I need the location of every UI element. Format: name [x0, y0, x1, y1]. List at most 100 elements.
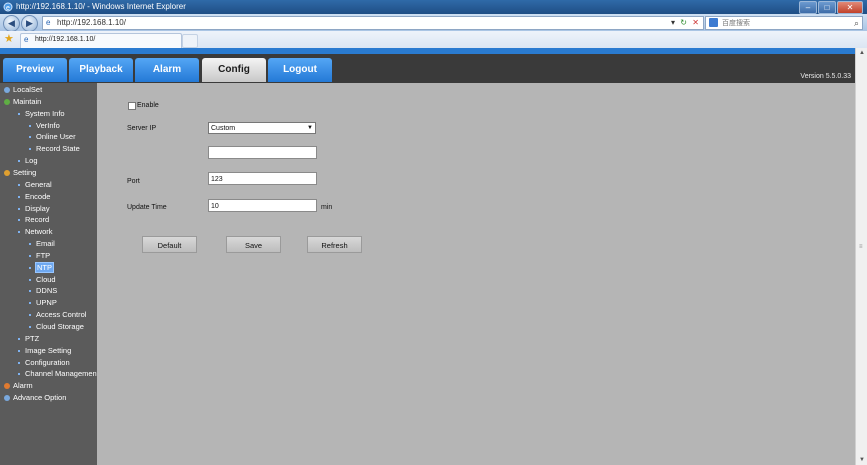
- sidebar-item-advance-option[interactable]: Advance Option: [4, 392, 66, 403]
- sidebar-item-label: Record: [25, 215, 50, 225]
- server-ip-selected: Custom: [211, 125, 236, 132]
- page-icon: e: [46, 18, 51, 27]
- sidebar-item-label: Online User: [36, 132, 76, 142]
- sidebar-item-cloud[interactable]: Cloud: [29, 274, 56, 285]
- tab-url: http://192.168.1.10/: [35, 36, 96, 43]
- sidebar-item-encode[interactable]: Encode: [18, 191, 50, 202]
- update-time-label: Update Time: [127, 204, 167, 211]
- sidebar-item-verinfo[interactable]: VerInfo: [29, 120, 60, 131]
- sidebar-item-display[interactable]: Display: [18, 203, 50, 214]
- sidebar-item-image-setting[interactable]: Image Setting: [18, 345, 71, 356]
- sidebar-item-ptz[interactable]: PTZ: [18, 333, 39, 344]
- maintain-icon: [4, 98, 10, 105]
- update-time-input[interactable]: 10: [208, 199, 317, 212]
- bullet-icon: [18, 112, 20, 115]
- server-ip-select[interactable]: Custom ▼: [208, 122, 316, 134]
- stop-icon[interactable]: ✕: [692, 17, 699, 29]
- scroll-grip-icon[interactable]: ≡: [859, 244, 864, 250]
- port-label: Port: [127, 178, 140, 185]
- sidebar-item-ddns[interactable]: DDNS: [29, 285, 57, 296]
- tab-playback[interactable]: Playback: [69, 58, 133, 82]
- sidebar-item-label: Email: [36, 239, 55, 248]
- bullet-icon: [29, 124, 31, 127]
- window-title: http://192.168.1.10/ - Windows Internet …: [16, 2, 186, 11]
- sidebar-item-network[interactable]: Network: [18, 226, 53, 237]
- tab-alarm[interactable]: Alarm: [135, 58, 199, 82]
- sidebar-item-email[interactable]: Email: [29, 238, 55, 249]
- address-bar-row: ◀ ▶ e http://192.168.1.10/ ▾ ↻ ✕ 百度搜索 ⌕: [0, 14, 867, 32]
- sidebar-item-ftp[interactable]: FTP: [29, 250, 50, 261]
- scroll-up-arrow-icon[interactable]: ▲: [856, 48, 867, 58]
- minimize-button[interactable]: –: [799, 1, 817, 14]
- server-custom-input[interactable]: [208, 146, 317, 159]
- sidebar-item-record-state[interactable]: Record State: [29, 143, 80, 154]
- save-button[interactable]: Save: [226, 236, 281, 253]
- bullet-icon: [18, 183, 20, 186]
- new-tab-button[interactable]: [182, 34, 198, 48]
- sidebar-item-label: NTP: [35, 261, 54, 273]
- maximize-button[interactable]: □: [818, 1, 836, 14]
- address-url[interactable]: http://192.168.1.10/: [57, 18, 126, 27]
- search-provider-icon: [709, 18, 718, 27]
- sidebar-item-label: LocalSet: [13, 85, 43, 94]
- enable-checkbox[interactable]: [128, 102, 136, 110]
- port-input[interactable]: 123: [208, 172, 317, 185]
- sidebar-item-channel-management[interactable]: Channel Management: [18, 368, 99, 379]
- sidebar-item-label: Image Setting: [25, 345, 72, 355]
- bullet-icon: [18, 361, 20, 364]
- sidebar-item-cloud-storage[interactable]: Cloud Storage: [29, 321, 84, 332]
- sidebar-item-system-info[interactable]: System Info: [18, 108, 65, 119]
- sidebar-item-record[interactable]: Record: [18, 214, 49, 225]
- server-ip-label: Server IP: [127, 125, 157, 132]
- bullet-icon: [29, 243, 31, 246]
- sidebar: LocalSet Maintain System Info VerInfo Online…: [0, 83, 99, 465]
- sidebar-item-log[interactable]: Log: [18, 155, 38, 166]
- dropdown-icon[interactable]: ▾: [671, 17, 675, 29]
- sidebar-item-online-user[interactable]: Online User: [29, 131, 76, 142]
- tab-logout[interactable]: Logout: [268, 58, 332, 82]
- bullet-icon: [29, 136, 31, 139]
- window-title-bar: e http://192.168.1.10/ - Windows Interne…: [0, 0, 867, 14]
- sidebar-item-alarm[interactable]: Alarm: [4, 380, 33, 391]
- sidebar-item-ntp[interactable]: NTP: [29, 261, 54, 273]
- back-button[interactable]: ◀: [3, 15, 20, 32]
- close-window-button[interactable]: ✕: [837, 1, 863, 14]
- sidebar-item-access-control[interactable]: Access Control: [29, 309, 86, 320]
- search-field[interactable]: 百度搜索 ⌕: [705, 16, 863, 30]
- bullet-icon: [18, 219, 20, 222]
- sidebar-item-label: Configuration: [25, 357, 70, 367]
- sidebar-item-setting[interactable]: Setting: [4, 167, 36, 178]
- ie-logo-icon: e: [3, 2, 13, 12]
- tab-config[interactable]: Config: [202, 58, 266, 82]
- setting-icon: [4, 170, 10, 177]
- forward-button[interactable]: ▶: [21, 15, 38, 32]
- sidebar-item-label: Display: [25, 203, 50, 213]
- sidebar-item-label: Channel Management: [25, 369, 99, 379]
- advance-icon: [4, 395, 10, 402]
- refresh-button[interactable]: Refresh: [307, 236, 362, 253]
- bullet-icon: [29, 302, 31, 305]
- sidebar-item-configuration[interactable]: Configuration: [18, 357, 70, 368]
- localset-icon: [4, 87, 10, 94]
- svg-text:e: e: [6, 5, 10, 12]
- magnifier-icon[interactable]: ⌕: [854, 17, 859, 29]
- sidebar-item-label: Cloud: [36, 274, 56, 284]
- address-field[interactable]: e http://192.168.1.10/ ▾ ↻ ✕: [42, 16, 704, 30]
- sidebar-item-maintain[interactable]: Maintain: [4, 96, 41, 107]
- scroll-down-arrow-icon[interactable]: ▼: [856, 455, 867, 465]
- enable-label: Enable: [137, 102, 159, 109]
- sidebar-item-upnp[interactable]: UPNP: [29, 297, 57, 308]
- sidebar-item-general[interactable]: General: [18, 179, 52, 190]
- chevron-down-icon: ▼: [307, 125, 313, 131]
- sidebar-item-localset[interactable]: LocalSet: [4, 84, 42, 95]
- tab-preview[interactable]: Preview: [3, 58, 67, 82]
- sidebar-item-label: FTP: [36, 250, 51, 260]
- ntp-settings-panel: Enable Server IP Custom ▼ Port 123 Updat…: [97, 83, 855, 465]
- sidebar-item-label: Setting: [13, 168, 37, 177]
- browser-tab[interactable]: e http://192.168.1.10/: [20, 33, 182, 48]
- default-button[interactable]: Default: [142, 236, 197, 253]
- sidebar-item-label: Network: [25, 227, 53, 237]
- refresh-icon[interactable]: ↻: [680, 17, 687, 29]
- vertical-scrollbar[interactable]: ▲ ≡ ▼: [855, 48, 867, 465]
- favorites-star-icon[interactable]: ★: [4, 33, 14, 45]
